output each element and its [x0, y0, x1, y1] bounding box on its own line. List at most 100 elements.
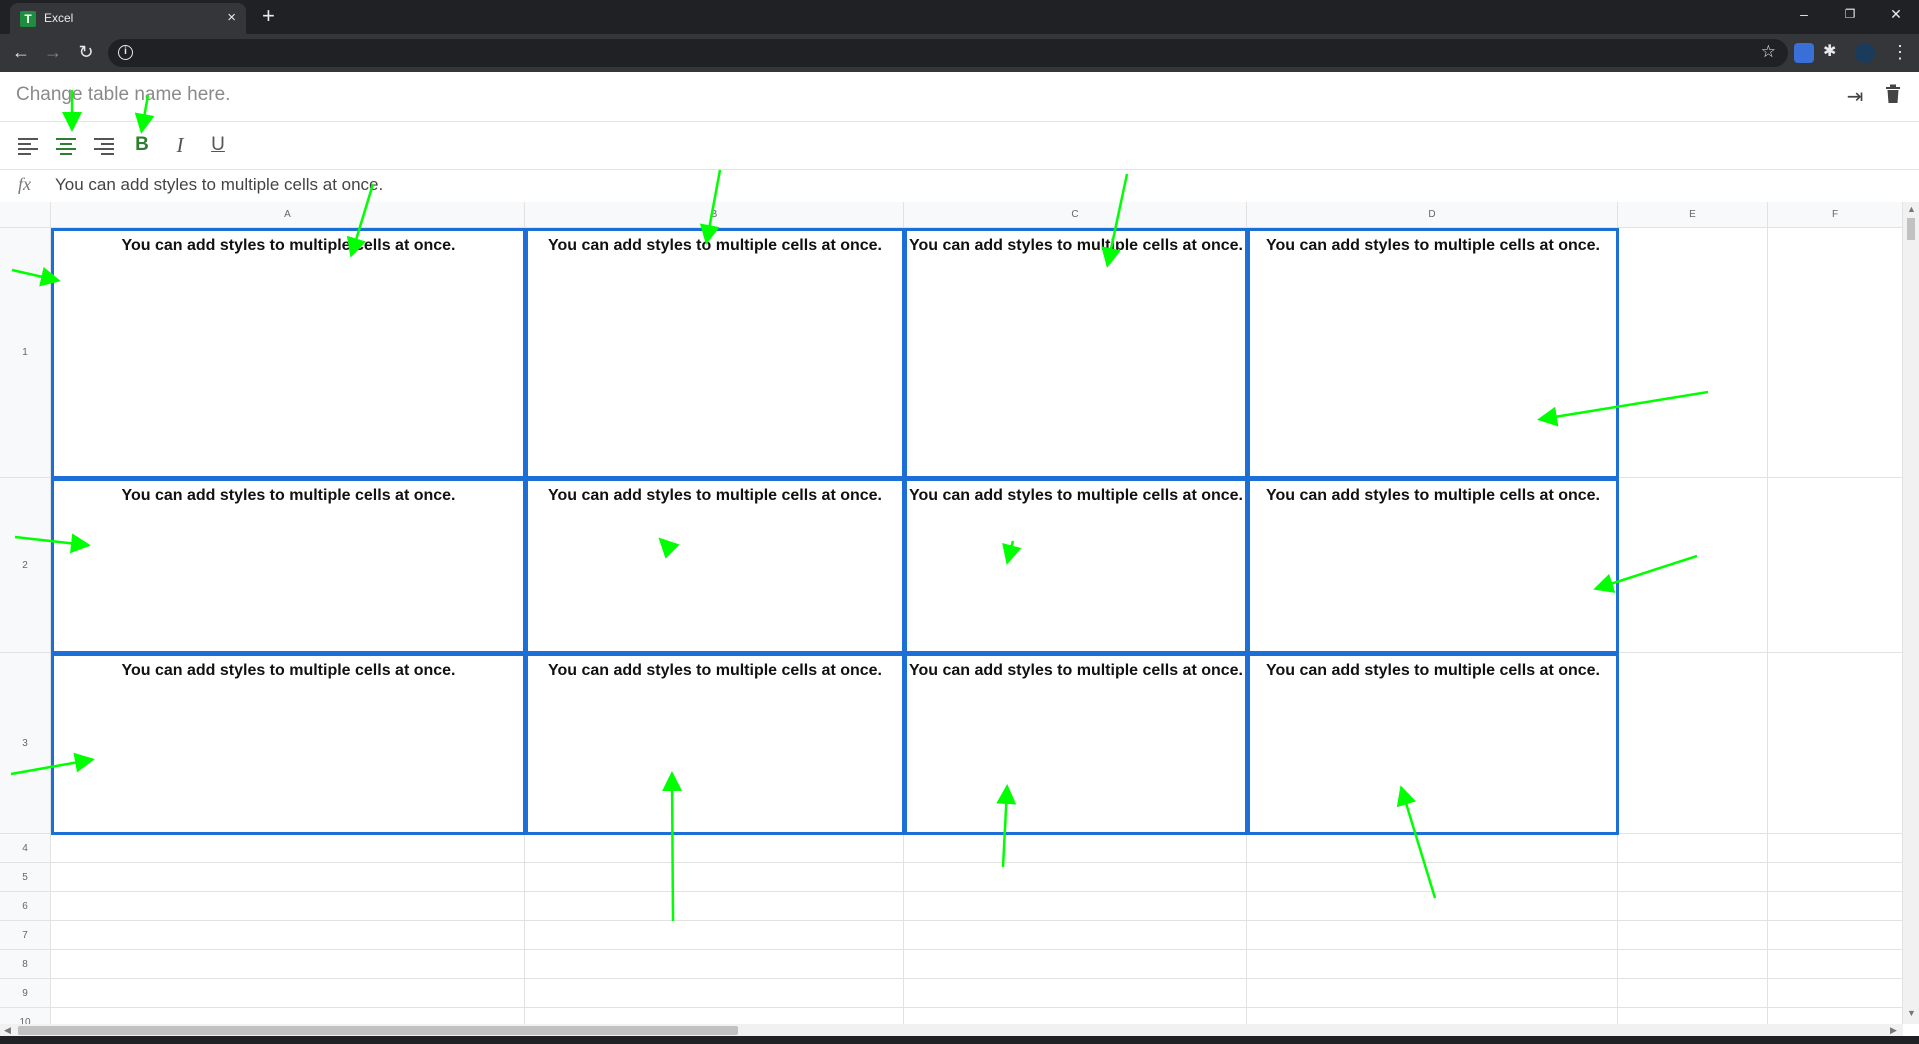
cell-e4[interactable]	[1618, 834, 1768, 863]
cell-f1[interactable]	[1768, 228, 1903, 478]
vertical-scroll-thumb[interactable]	[1907, 218, 1915, 240]
horizontal-scroll-thumb[interactable]	[18, 1026, 738, 1035]
cell-c9[interactable]	[904, 979, 1247, 1008]
cell-e9[interactable]	[1618, 979, 1768, 1008]
bookmark-star-icon[interactable]: ☆	[1761, 42, 1776, 62]
row-header-1[interactable]: 1	[0, 228, 51, 478]
cell-f6[interactable]	[1768, 892, 1903, 921]
italic-button[interactable]: I	[166, 132, 194, 158]
scroll-up-arrow-icon[interactable]: ▲	[1907, 204, 1916, 214]
row-header-5[interactable]: 5	[0, 863, 51, 892]
cell-a1[interactable]: You can add styles to multiple cells at …	[51, 228, 526, 479]
cell-e5[interactable]	[1618, 863, 1768, 892]
cell-f8[interactable]	[1768, 950, 1903, 979]
cell-e6[interactable]	[1618, 892, 1768, 921]
close-window-button[interactable]: ✕	[1876, 3, 1916, 25]
cell-f5[interactable]	[1768, 863, 1903, 892]
cell-c7[interactable]	[904, 921, 1247, 950]
cell-d3[interactable]: You can add styles to multiple cells at …	[1247, 653, 1619, 835]
reload-button[interactable]: ↻	[74, 42, 98, 62]
table-name-input[interactable]: Change table name here.	[16, 84, 230, 106]
cell-f7[interactable]	[1768, 921, 1903, 950]
cell-c10[interactable]	[904, 1008, 1247, 1024]
cell-b3[interactable]: You can add styles to multiple cells at …	[525, 653, 905, 835]
cell-d9[interactable]	[1247, 979, 1618, 1008]
align-left-button[interactable]	[14, 132, 42, 158]
cell-c8[interactable]	[904, 950, 1247, 979]
cell-a10[interactable]	[51, 1008, 525, 1024]
scroll-right-arrow-icon[interactable]: ▶	[1890, 1025, 1897, 1036]
cell-b8[interactable]	[525, 950, 904, 979]
cell-e7[interactable]	[1618, 921, 1768, 950]
formula-input[interactable]: You can add styles to multiple cells at …	[55, 175, 383, 195]
cell-b4[interactable]	[525, 834, 904, 863]
cell-b9[interactable]	[525, 979, 904, 1008]
row-header-8[interactable]: 8	[0, 950, 51, 979]
cell-e2[interactable]	[1618, 478, 1768, 653]
cell-d4[interactable]	[1247, 834, 1618, 863]
cell-e10[interactable]	[1618, 1008, 1768, 1024]
cell-c1[interactable]: You can add styles to multiple cells at …	[904, 228, 1248, 479]
translate-extension-icon[interactable]	[1794, 43, 1814, 63]
align-center-button[interactable]	[52, 132, 80, 158]
cell-b2[interactable]: You can add styles to multiple cells at …	[525, 478, 905, 654]
cell-a7[interactable]	[51, 921, 525, 950]
cell-d8[interactable]	[1247, 950, 1618, 979]
column-header-c[interactable]: C	[904, 202, 1247, 228]
forward-button[interactable]: →	[41, 42, 65, 62]
cell-d10[interactable]	[1247, 1008, 1618, 1024]
align-right-button[interactable]	[90, 132, 118, 158]
cell-a6[interactable]	[51, 892, 525, 921]
scroll-down-arrow-icon[interactable]: ▼	[1907, 1008, 1916, 1018]
column-header-f[interactable]: F	[1768, 202, 1903, 228]
grid-corner[interactable]	[0, 202, 51, 228]
row-header-3[interactable]: 3	[0, 653, 51, 834]
column-header-a[interactable]: A	[51, 202, 525, 228]
row-header-9[interactable]: 9	[0, 979, 51, 1008]
row-header-2[interactable]: 2	[0, 478, 51, 653]
cell-d5[interactable]	[1247, 863, 1618, 892]
cell-b7[interactable]	[525, 921, 904, 950]
row-header-10[interactable]: 10	[0, 1008, 51, 1024]
extensions-puzzle-icon[interactable]: ✱	[1823, 41, 1843, 61]
row-header-6[interactable]: 6	[0, 892, 51, 921]
profile-avatar[interactable]	[1855, 43, 1875, 63]
cell-a3[interactable]: You can add styles to multiple cells at …	[51, 653, 526, 835]
row-header-7[interactable]: 7	[0, 921, 51, 950]
cell-a9[interactable]	[51, 979, 525, 1008]
underline-button[interactable]: U	[204, 132, 232, 158]
vertical-scrollbar[interactable]: ▲ ▼	[1903, 202, 1919, 1024]
cell-e8[interactable]	[1618, 950, 1768, 979]
cell-e1[interactable]	[1618, 228, 1768, 478]
cell-f2[interactable]	[1768, 478, 1903, 653]
row-header-4[interactable]: 4	[0, 834, 51, 863]
cell-b6[interactable]	[525, 892, 904, 921]
cell-c3[interactable]: You can add styles to multiple cells at …	[904, 653, 1248, 835]
column-header-b[interactable]: B	[525, 202, 904, 228]
horizontal-scrollbar[interactable]: ◀ ▶	[0, 1024, 1903, 1036]
bold-button[interactable]: B	[128, 132, 156, 158]
site-info-icon[interactable]: i	[118, 45, 133, 60]
cell-d2[interactable]: You can add styles to multiple cells at …	[1247, 478, 1619, 654]
scroll-left-arrow-icon[interactable]: ◀	[4, 1025, 11, 1036]
cell-c2[interactable]: You can add styles to multiple cells at …	[904, 478, 1248, 654]
new-tab-button[interactable]: +	[262, 4, 275, 28]
minimize-button[interactable]: –	[1784, 3, 1824, 25]
cell-f9[interactable]	[1768, 979, 1903, 1008]
cell-d7[interactable]	[1247, 921, 1618, 950]
cell-b10[interactable]	[525, 1008, 904, 1024]
cell-f4[interactable]	[1768, 834, 1903, 863]
cell-c5[interactable]	[904, 863, 1247, 892]
cell-a2[interactable]: You can add styles to multiple cells at …	[51, 478, 526, 654]
restore-button[interactable]: ❐	[1830, 3, 1870, 25]
cell-c4[interactable]	[904, 834, 1247, 863]
column-header-d[interactable]: D	[1247, 202, 1618, 228]
browser-tab[interactable]: T Excel ×	[10, 3, 246, 34]
cell-a4[interactable]	[51, 834, 525, 863]
export-icon[interactable]: ⇥	[1842, 84, 1868, 110]
cell-f3[interactable]	[1768, 653, 1903, 834]
browser-menu-icon[interactable]: ⋮	[1888, 42, 1912, 62]
cell-d6[interactable]	[1247, 892, 1618, 921]
address-bar[interactable]: i ☆	[108, 39, 1788, 67]
cell-b5[interactable]	[525, 863, 904, 892]
